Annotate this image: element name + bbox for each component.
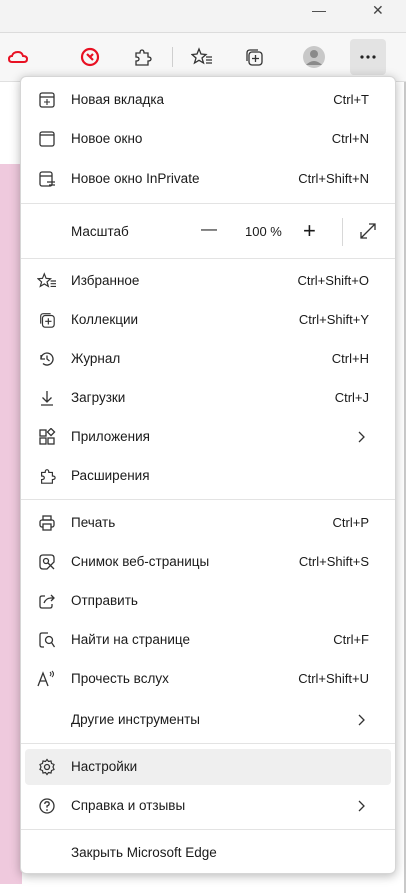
toolbar-separator: [172, 47, 173, 67]
menu-item-label: Снимок веб-страницы: [71, 554, 210, 569]
zoom-out-button[interactable]: —: [201, 221, 217, 239]
menu-item-label: Новое окно: [71, 131, 143, 146]
download-icon: [37, 388, 57, 408]
menu-item-shortcut: Ctrl+T: [333, 92, 369, 107]
page-banner: [0, 164, 22, 884]
zoom-separator: [342, 218, 343, 246]
menu-item-label: Приложения: [71, 429, 150, 444]
menu-item-shortcut: Ctrl+Shift+U: [298, 671, 369, 686]
menu-item-new-inprivate[interactable]: Новое окно InPrivate Ctrl+Shift+N: [25, 161, 391, 197]
menu-item-shortcut: Ctrl+Shift+Y: [298, 312, 369, 327]
apps-icon: [37, 427, 57, 447]
tracking-icon[interactable]: [72, 39, 108, 75]
extensions-icon: [37, 466, 57, 486]
cloud-icon[interactable]: [0, 39, 36, 75]
menu-item-print[interactable]: Печать Ctrl+P: [25, 505, 391, 541]
web-capture-icon: [37, 552, 57, 572]
settings-and-more-menu: Новая вкладка Ctrl+T Новое окно Ctrl+N Н…: [20, 76, 396, 874]
menu-divider: [21, 743, 395, 744]
menu-item-read-aloud[interactable]: Прочесть вслух Ctrl+Shift+U: [25, 661, 391, 697]
menu-item-shortcut: Ctrl+P: [332, 515, 369, 530]
more-icon[interactable]: [350, 39, 386, 75]
menu-item-label: Журнал: [71, 351, 121, 366]
menu-item-downloads[interactable]: Загрузки Ctrl+J: [25, 380, 391, 416]
menu-item-label: Новое окно InPrivate: [71, 171, 200, 186]
browser-toolbar: [0, 33, 406, 82]
help-icon: [37, 796, 57, 816]
menu-item-label: Избранное: [71, 273, 140, 288]
menu-item-more-tools[interactable]: Другие инструменты: [25, 702, 391, 738]
menu-item-new-tab[interactable]: Новая вкладка Ctrl+T: [25, 82, 391, 118]
menu-item-find[interactable]: Найти на странице Ctrl+F: [25, 622, 391, 658]
new-window-icon: [37, 129, 57, 149]
menu-item-close-edge[interactable]: Закрыть Microsoft Edge: [25, 835, 391, 871]
menu-divider: [21, 258, 395, 259]
menu-item-new-window[interactable]: Новое окно Ctrl+N: [25, 121, 391, 157]
menu-item-label: Расширения: [71, 468, 150, 483]
menu-item-label: Прочесть вслух: [71, 671, 169, 686]
zoom-in-button[interactable]: +: [303, 218, 316, 244]
menu-item-share[interactable]: Отправить: [25, 583, 391, 619]
menu-item-label: Новая вкладка: [71, 92, 165, 107]
menu-item-shortcut: Ctrl+Shift+S: [298, 554, 369, 569]
extensions-icon[interactable]: [124, 39, 160, 75]
menu-item-shortcut: Ctrl+Shift+O: [297, 273, 369, 288]
menu-item-screenshot[interactable]: Снимок веб-страницы Ctrl+Shift+S: [25, 544, 391, 580]
menu-divider: [21, 829, 395, 830]
menu-item-settings[interactable]: Настройки: [25, 749, 391, 785]
fullscreen-icon[interactable]: [359, 222, 377, 240]
close-window-icon[interactable]: ✕: [372, 2, 384, 19]
read-aloud-icon: [37, 669, 57, 689]
chevron-right-icon: [353, 428, 369, 446]
collections-icon[interactable]: [236, 39, 272, 75]
menu-item-label: Настройки: [71, 759, 138, 774]
menu-item-apps[interactable]: Приложения: [25, 419, 391, 455]
menu-item-zoom: Масштаб — 100 % +: [25, 212, 391, 252]
menu-item-shortcut: Ctrl+H: [331, 351, 369, 366]
menu-divider: [21, 499, 395, 500]
gear-icon: [37, 757, 57, 777]
inprivate-icon: [37, 169, 57, 189]
menu-item-label: Найти на странице: [71, 632, 191, 647]
menu-item-label: Отправить: [71, 593, 138, 608]
zoom-label: Масштаб: [71, 224, 129, 239]
chevron-right-icon: [353, 797, 369, 815]
share-icon: [37, 591, 57, 611]
favorites-icon[interactable]: [184, 39, 220, 75]
menu-item-label: Закрыть Microsoft Edge: [71, 845, 217, 860]
zoom-value: 100 %: [245, 224, 282, 239]
find-on-page-icon: [37, 630, 57, 650]
minimize-icon[interactable]: —: [312, 2, 326, 18]
menu-item-help[interactable]: Справка и отзывы: [25, 788, 391, 824]
collections-icon: [37, 310, 57, 330]
menu-item-shortcut: Ctrl+J: [334, 390, 369, 405]
menu-item-label: Загрузки: [71, 390, 126, 405]
chevron-right-icon: [353, 711, 369, 729]
menu-item-history[interactable]: Журнал Ctrl+H: [25, 341, 391, 377]
menu-item-label: Коллекции: [71, 312, 139, 327]
menu-item-label: Справка и отзывы: [71, 798, 186, 813]
history-icon: [37, 349, 57, 369]
menu-item-label: Печать: [71, 515, 116, 530]
new-tab-icon: [37, 90, 57, 110]
profile-icon[interactable]: [296, 39, 332, 75]
menu-item-extensions[interactable]: Расширения: [25, 458, 391, 494]
menu-divider: [21, 203, 395, 204]
menu-item-favorites[interactable]: Избранное Ctrl+Shift+O: [25, 263, 391, 299]
menu-item-shortcut: Ctrl+F: [333, 632, 369, 647]
menu-item-label: Другие инструменты: [71, 712, 200, 727]
menu-item-collections[interactable]: Коллекции Ctrl+Shift+Y: [25, 302, 391, 338]
title-bar: — ✕: [0, 0, 406, 33]
print-icon: [37, 513, 57, 533]
favorites-icon: [37, 271, 57, 291]
menu-item-shortcut: Ctrl+Shift+N: [298, 171, 369, 186]
menu-item-shortcut: Ctrl+N: [331, 131, 369, 146]
